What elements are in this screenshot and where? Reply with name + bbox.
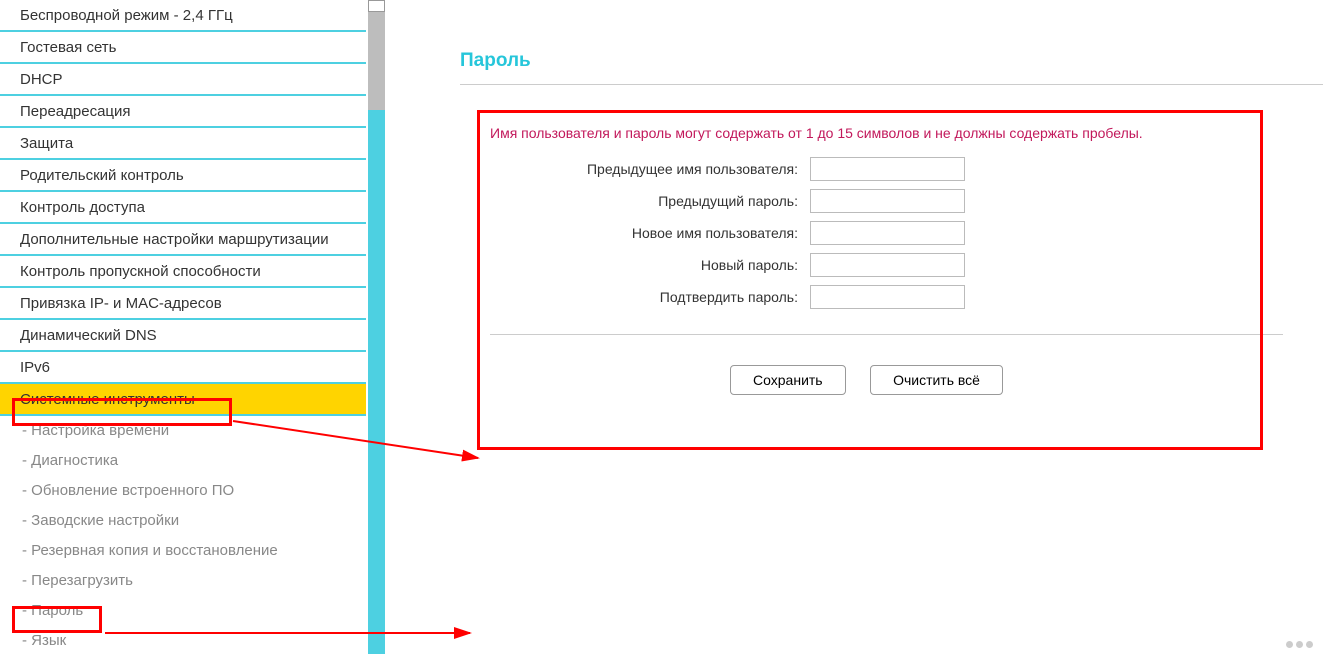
label-confirm: Подтвердить пароль:: [490, 289, 810, 305]
sidebar-item-12[interactable]: Системные инструменты: [0, 384, 366, 416]
label-prev-user: Предыдущее имя пользователя:: [490, 161, 810, 177]
label-prev-pass: Предыдущий пароль:: [490, 193, 810, 209]
sidebar-item-10[interactable]: Динамический DNS: [0, 320, 366, 352]
warning-text: Имя пользователя и пароль могут содержат…: [490, 125, 1243, 141]
sidebar-item-17[interactable]: - Резервная копия и восстановление: [0, 536, 366, 566]
sidebar-item-8[interactable]: Контроль пропускной способности: [0, 256, 366, 288]
label-new-pass: Новый пароль:: [490, 257, 810, 273]
input-prev-user[interactable]: [810, 157, 965, 181]
sidebar-item-19[interactable]: - Пароль: [0, 596, 366, 626]
sidebar-item-15[interactable]: - Обновление встроенного ПО: [0, 476, 366, 506]
save-button[interactable]: Сохранить: [730, 365, 846, 395]
input-new-user[interactable]: [810, 221, 965, 245]
label-new-user: Новое имя пользователя:: [490, 225, 810, 241]
scroll-thumb[interactable]: [368, 0, 385, 12]
content-area: Пароль Имя пользователя и пароль могут с…: [420, 0, 1323, 654]
status-dots: [1286, 641, 1313, 648]
clear-button[interactable]: Очистить всё: [870, 365, 1003, 395]
input-prev-pass[interactable]: [810, 189, 965, 213]
sidebar-item-4[interactable]: Защита: [0, 128, 366, 160]
sidebar: Беспроводной режим - 2,4 ГГцГостевая сет…: [0, 0, 366, 654]
divider-top: [460, 84, 1323, 85]
sidebar-item-2[interactable]: DHCP: [0, 64, 366, 96]
sidebar-item-13[interactable]: - Настройка времени: [0, 416, 366, 446]
password-form: Имя пользователя и пароль могут содержат…: [470, 105, 1263, 450]
sidebar-item-14[interactable]: - Диагностика: [0, 446, 366, 476]
sidebar-item-5[interactable]: Родительский контроль: [0, 160, 366, 192]
sidebar-item-18[interactable]: - Перезагрузить: [0, 566, 366, 596]
sidebar-item-11[interactable]: IPv6: [0, 352, 366, 384]
scroll-track[interactable]: [368, 0, 385, 110]
sidebar-item-0[interactable]: Беспроводной режим - 2,4 ГГц: [0, 0, 366, 32]
page-title: Пароль: [460, 50, 1323, 72]
sidebar-item-1[interactable]: Гостевая сеть: [0, 32, 366, 64]
sidebar-item-16[interactable]: - Заводские настройки: [0, 506, 366, 536]
sidebar-item-7[interactable]: Дополнительные настройки маршрутизации: [0, 224, 366, 256]
sidebar-item-9[interactable]: Привязка IP- и MAC-адресов: [0, 288, 366, 320]
input-new-pass[interactable]: [810, 253, 965, 277]
input-confirm[interactable]: [810, 285, 965, 309]
sidebar-item-6[interactable]: Контроль доступа: [0, 192, 366, 224]
sidebar-item-3[interactable]: Переадресация: [0, 96, 366, 128]
divider-mid: [490, 334, 1283, 335]
sidebar-item-20[interactable]: - Язык: [0, 626, 366, 654]
